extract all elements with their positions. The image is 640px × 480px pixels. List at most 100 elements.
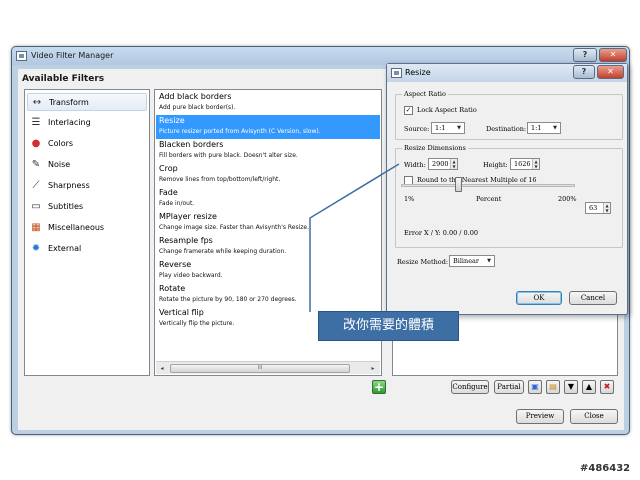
filter-description: Picture resizer ported from Avisynth (C … [159, 128, 321, 135]
category-item-colors[interactable]: ● Colors [27, 135, 147, 153]
percent-slider-track[interactable] [401, 184, 575, 187]
remove-filter-icon[interactable]: ✖ [600, 380, 614, 394]
filter-list-hscrollbar[interactable]: ◂ III ▸ [156, 361, 380, 374]
filter-item-add-black-borders[interactable]: Add black borders Add pure black border(… [156, 91, 380, 115]
resize-method-select[interactable]: Bilinear ▼ [449, 255, 495, 267]
interlacing-icon: ☰ [31, 117, 41, 128]
filter-description: Play video backward. [159, 272, 223, 279]
chevron-down-icon: ▼ [553, 125, 557, 131]
close-button[interactable]: Close [570, 409, 618, 424]
sharpness-icon: ⟋ [32, 180, 40, 191]
scroll-thumb[interactable]: III [170, 364, 350, 373]
filter-description: Rotate the picture by 90, 180 or 270 deg… [159, 296, 297, 303]
source-value: 1:1 [435, 124, 446, 132]
filter-item-rotate[interactable]: Rotate Rotate the picture by 90, 180 or … [156, 283, 380, 307]
chevron-down-icon: ▼ [487, 258, 491, 264]
dialog-help-button[interactable]: ? [573, 65, 595, 79]
miscellaneous-icon: ▦ [31, 222, 41, 233]
preview-filter-icon[interactable]: ▣ [528, 380, 542, 394]
lock-aspect-label: Lock Aspect Ratio [417, 106, 477, 114]
filter-item-reverse[interactable]: Reverse Play video backward. [156, 259, 380, 283]
add-filter-button[interactable]: + [372, 380, 386, 394]
category-item-interlacing[interactable]: ☰ Interlacing [27, 114, 147, 132]
spin-arrows-icon[interactable]: ▲ ▼ [603, 203, 610, 213]
cancel-button[interactable]: Cancel [569, 291, 617, 305]
width-label: Width: [404, 161, 426, 169]
spin-arrows-icon[interactable]: ▲ ▼ [532, 159, 539, 169]
noise-icon: ✎ [31, 159, 41, 170]
filter-description: Change image size. Faster than Avisynth'… [159, 224, 310, 231]
resize-dialog-title-bar[interactable]: Resize ? ✕ [387, 64, 627, 82]
height-spinbox[interactable]: 1626 ▲ ▼ [510, 158, 540, 170]
external-icon: ✹ [31, 243, 41, 254]
aspect-ratio-label: Aspect Ratio [402, 90, 448, 98]
colors-icon: ● [31, 138, 41, 149]
close-window-button[interactable]: ✕ [599, 48, 627, 62]
category-item-miscellaneous[interactable]: ▦ Miscellaneous [27, 219, 147, 237]
resize-dimensions-label: Resize Dimensions [402, 144, 468, 152]
error-readout: Error X / Y: 0.00 / 0.00 [404, 229, 479, 237]
move-down-icon[interactable]: ▼ [564, 380, 578, 394]
percent-slider-thumb[interactable] [455, 177, 462, 192]
filter-description: Vertically flip the picture. [159, 320, 235, 327]
move-up-icon[interactable]: ▲ [582, 380, 596, 394]
resize-method-label: Resize Method: [397, 258, 449, 266]
dialog-close-button[interactable]: ✕ [597, 65, 624, 79]
category-item-external[interactable]: ✹ External [27, 240, 147, 258]
round-multiple-label: Round to the Nearest Multiple of 16 [417, 176, 537, 184]
filter-name: Vertical flip [159, 308, 204, 317]
dialog-app-icon [391, 68, 402, 78]
category-item-transform[interactable]: ↔ Transform [27, 93, 147, 111]
destination-value: 1:1 [531, 124, 542, 132]
subtitles-icon: ▭ [31, 201, 41, 212]
filter-name: Blacken borders [159, 140, 224, 149]
category-item-sharpness[interactable]: ⟋ Sharpness [27, 177, 147, 195]
filter-properties-icon[interactable]: ▤ [546, 380, 560, 394]
filter-name: Resample fps [159, 236, 213, 245]
filter-item-mplayer-resize[interactable]: MPlayer resize Change image size. Faster… [156, 211, 380, 235]
filter-description: Fade in/out. [159, 200, 195, 207]
height-label: Height: [483, 161, 508, 169]
category-label: Sharpness [48, 181, 90, 190]
source-label: Source: [404, 125, 430, 133]
category-item-noise[interactable]: ✎ Noise [27, 156, 147, 174]
lock-aspect-checkbox[interactable]: ✓ [404, 106, 413, 115]
filter-item-blacken-borders[interactable]: Blacken borders Fill borders with pure b… [156, 139, 380, 163]
configure-button[interactable]: Configure [451, 380, 489, 394]
filter-description: Change framerate while keeping duration. [159, 248, 287, 255]
chevron-down-icon: ▼ [457, 125, 461, 131]
filter-item-crop[interactable]: Crop Remove lines from top/bottom/left/r… [156, 163, 380, 187]
resize-method-value: Bilinear [453, 257, 480, 265]
source-select[interactable]: 1:1 ▼ [431, 122, 465, 134]
destination-select[interactable]: 1:1 ▼ [527, 122, 561, 134]
percent-max-label: 200% [558, 195, 577, 203]
help-button[interactable]: ? [573, 48, 597, 62]
spin-arrows-icon[interactable]: ▲ ▼ [450, 159, 457, 169]
category-list: ↔ Transform ☰ Interlacing ● Colors ✎ Noi… [24, 89, 150, 376]
filter-item-fade[interactable]: Fade Fade in/out. [156, 187, 380, 211]
filter-name: Rotate [159, 284, 186, 293]
filter-name: Crop [159, 164, 178, 173]
filter-description: Add pure black border(s). [159, 104, 236, 111]
scroll-left-icon[interactable]: ◂ [156, 363, 168, 374]
annotation-callout: 改你需要的體積 [318, 311, 459, 341]
category-item-subtitles[interactable]: ▭ Subtitles [27, 198, 147, 216]
filter-item-resample-fps[interactable]: Resample fps Change framerate while keep… [156, 235, 380, 259]
transform-icon: ↔ [32, 97, 42, 108]
ok-button[interactable]: OK [516, 291, 562, 305]
percent-min-label: 1% [404, 195, 415, 203]
width-spinbox[interactable]: 2900 ▲ ▼ [428, 158, 458, 170]
resize-dialog: Resize ? ✕ Aspect Ratio ✓ Lock Aspect Ra… [386, 63, 628, 315]
partial-button[interactable]: Partial [494, 380, 524, 394]
filter-name: Resize [159, 116, 185, 125]
scroll-right-icon[interactable]: ▸ [367, 363, 379, 374]
category-label: Interlacing [48, 118, 91, 127]
percent-spinbox[interactable]: 63 ▲ ▼ [585, 202, 611, 214]
filter-item-resize[interactable]: Resize Picture resizer ported from Avisy… [156, 115, 380, 139]
aspect-ratio-group: Aspect Ratio ✓ Lock Aspect Ratio Source:… [395, 90, 623, 140]
filter-description: Remove lines from top/bottom/left/right. [159, 176, 281, 183]
available-filters-heading: Available Filters [22, 74, 105, 84]
width-value: 2900 [432, 160, 449, 168]
category-label: Transform [49, 98, 89, 107]
preview-button[interactable]: Preview [516, 409, 564, 424]
